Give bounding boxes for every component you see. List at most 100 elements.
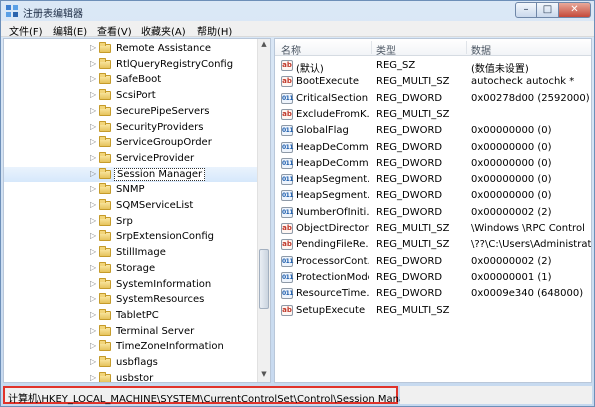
tree-scrollbar[interactable]: ▲ ▼	[257, 39, 270, 382]
tree-item[interactable]: ▷ StillImage	[4, 245, 259, 261]
expand-arrow-icon[interactable]: ▷	[90, 122, 96, 131]
menu-view[interactable]: 查看(V)	[97, 23, 132, 38]
tree-item-label: StillImage	[116, 247, 166, 259]
folder-icon	[99, 151, 111, 163]
value-data: 0x00000000 (0)	[471, 174, 552, 186]
expand-arrow-icon[interactable]: ▷	[90, 279, 96, 288]
value-row[interactable]: 011CriticalSection... REG_DWORD 0x00278d00…	[275, 91, 591, 107]
value-name: BootExecute	[296, 76, 360, 88]
value-row[interactable]: ab SetupExecute REG_MULTI_SZ	[275, 303, 591, 319]
value-row[interactable]: 011 ProtectionMode REG_DWORD 0x00000001 (1)	[275, 270, 591, 286]
close-button[interactable]: ✕	[559, 2, 591, 18]
tree-item[interactable]: ▷ RtlQueryRegistryConfig	[4, 57, 259, 73]
tree-item[interactable]: ▷ SafeBoot	[4, 72, 259, 88]
expand-arrow-icon[interactable]: ▷	[90, 263, 96, 272]
tree-item[interactable]: ▷ SrpExtensionConfig	[4, 229, 259, 245]
tree-item[interactable]: ▷ usbflags	[4, 355, 259, 371]
menu-help[interactable]: 帮助(H)	[197, 23, 232, 38]
expand-arrow-icon[interactable]: ▷	[90, 294, 96, 303]
expand-arrow-icon[interactable]: ▷	[90, 373, 96, 382]
expand-arrow-icon[interactable]: ▷	[90, 341, 96, 350]
value-row[interactable]: abObjectDirector... REG_MULTI_SZ \Windows …	[275, 221, 591, 237]
menu-edit[interactable]: 编辑(E)	[53, 23, 87, 38]
tree-item[interactable]: ▷ Storage	[4, 261, 259, 277]
tree-item-label: SQMServiceList	[116, 200, 194, 211]
expand-arrow-icon[interactable]: ▷	[90, 137, 96, 146]
value-row[interactable]: 011 GlobalFlag REG_DWORD 0x00000000 (0)	[275, 123, 591, 139]
tree-item[interactable]: ▷ SystemResources	[4, 292, 259, 308]
value-row[interactable]: ab (默认) REG_SZ (数值未设置)	[275, 58, 591, 75]
key-tree[interactable]: ▷ Remote Assistance ▷ RtlQueryRegistryConfi…	[3, 38, 271, 383]
expand-arrow-icon[interactable]: ▷	[90, 59, 96, 68]
value-row[interactable]: ab PendingFileRe... REG_MULTI_SZ \??\C:\Use…	[275, 237, 591, 253]
value-row[interactable]: 011 ProcessorCont... REG_DWORD 0x00000002 (…	[275, 254, 591, 270]
folder-icon	[99, 42, 111, 53]
tree-item[interactable]: ▷ SNMP	[4, 182, 259, 198]
value-name: ProcessorCont...	[296, 255, 369, 267]
value-list[interactable]: 名称 类型 数据 ab (默认) REG_SZ (数值未设置) ab BootExecut…	[274, 38, 592, 383]
tree-item[interactable]: ▷ ServiceGroupOrder	[4, 135, 259, 151]
value-data: 0x00000001 (1)	[471, 271, 552, 283]
folder-icon	[99, 136, 111, 148]
scroll-thumb[interactable]	[259, 249, 269, 309]
expand-arrow-icon[interactable]: ▷	[90, 43, 96, 52]
tree-item[interactable]: ▷ usbstor	[4, 371, 259, 382]
tree-item[interactable]: ▷ Session Manager	[4, 166, 259, 183]
folder-icon	[99, 214, 111, 226]
title-bar[interactable]: 注册表编辑器 – □ ✕	[1, 1, 594, 21]
expand-arrow-icon[interactable]: ▷	[90, 200, 96, 209]
folder-icon	[99, 230, 111, 242]
expand-arrow-icon[interactable]: ▷	[90, 216, 96, 225]
value-data: 0x00000002 (2)	[471, 206, 552, 218]
menu-favorites[interactable]: 收藏夹(A)	[141, 23, 186, 38]
value-name: ProtectionMode	[296, 271, 369, 283]
folder-icon	[99, 73, 111, 85]
tree-item-label: SrpExtensionConfig	[116, 231, 214, 243]
expand-arrow-icon[interactable]: ▷	[90, 106, 96, 115]
expand-arrow-icon[interactable]: ▷	[90, 247, 96, 256]
value-row[interactable]: 011 ResourceTime... REG_DWORD 0x0009e340 (6…	[275, 286, 591, 302]
maximize-button[interactable]: □	[537, 2, 559, 18]
expand-arrow-icon[interactable]: ▷	[90, 231, 96, 240]
string-value-icon: ab	[281, 60, 293, 71]
tree-item[interactable]: ▷ Remote Assistance	[4, 41, 259, 57]
value-row[interactable]: 011HeapDeComm... REG_DWORD 0x00000000 (0)	[275, 156, 591, 172]
expand-arrow-icon[interactable]: ▷	[90, 357, 96, 366]
value-row[interactable]: ab ExcludeFromK... REG_MULTI_SZ	[275, 107, 591, 123]
tree-item[interactable]: ▷ TimeZoneInformation	[4, 339, 259, 355]
value-data: (数值未设置)	[471, 64, 529, 75]
column-data-header[interactable]: 数据	[471, 42, 491, 57]
column-divider[interactable]	[371, 41, 372, 54]
expand-arrow-icon[interactable]: ▷	[90, 169, 96, 178]
expand-arrow-icon[interactable]: ▷	[90, 74, 96, 83]
column-divider[interactable]	[466, 41, 467, 54]
tree-item[interactable]: ▷ SecurityProviders	[4, 120, 259, 136]
column-name-header[interactable]: 名称	[281, 42, 301, 57]
value-row[interactable]: 011 NumberOfIniti... REG_DWORD 0x00000002 (…	[275, 205, 591, 221]
scroll-up-icon[interactable]: ▲	[259, 40, 269, 51]
value-row[interactable]: 011 HeapSegment... REG_DWORD 0x00000000 (0)	[275, 188, 591, 204]
menu-file[interactable]: 文件(F)	[9, 23, 43, 38]
expand-arrow-icon[interactable]: ▷	[90, 310, 96, 319]
tree-item[interactable]: ▷ SQMServiceList	[4, 198, 259, 214]
tree-item[interactable]: ▷ SecurePipeServers	[4, 104, 259, 120]
tree-item[interactable]: ▷ ScsiPort	[4, 88, 259, 104]
expand-arrow-icon[interactable]: ▷	[90, 90, 96, 99]
expand-arrow-icon[interactable]: ▷	[90, 153, 96, 162]
tree-item[interactable]: ▷ TabletPC	[4, 308, 259, 324]
tree-item-label: Storage	[116, 262, 156, 274]
list-header: 名称 类型 数据	[275, 39, 591, 57]
tree-item[interactable]: ▷ Srp	[4, 214, 259, 230]
tree-item[interactable]: ▷ Terminal Server	[4, 324, 259, 340]
value-row[interactable]: ab BootExecute REG_MULTI_SZ autocheck autoc…	[275, 74, 591, 90]
expand-arrow-icon[interactable]: ▷	[90, 184, 96, 193]
expand-arrow-icon[interactable]: ▷	[90, 326, 96, 335]
string-value-icon: ab	[281, 223, 293, 234]
column-type-header[interactable]: 类型	[376, 42, 396, 57]
tree-item[interactable]: ▷ SystemInformation	[4, 277, 259, 293]
tree-item[interactable]: ▷ ServiceProvider	[4, 151, 259, 167]
scroll-down-icon[interactable]: ▼	[259, 370, 269, 381]
value-row[interactable]: 011 HeapSegment... REG_DWORD 0x00000000 (0)	[275, 172, 591, 188]
value-row[interactable]: 011HeapDeComm... REG_DWORD 0x00000000 (0)	[275, 140, 591, 156]
minimize-button[interactable]: –	[515, 2, 537, 18]
